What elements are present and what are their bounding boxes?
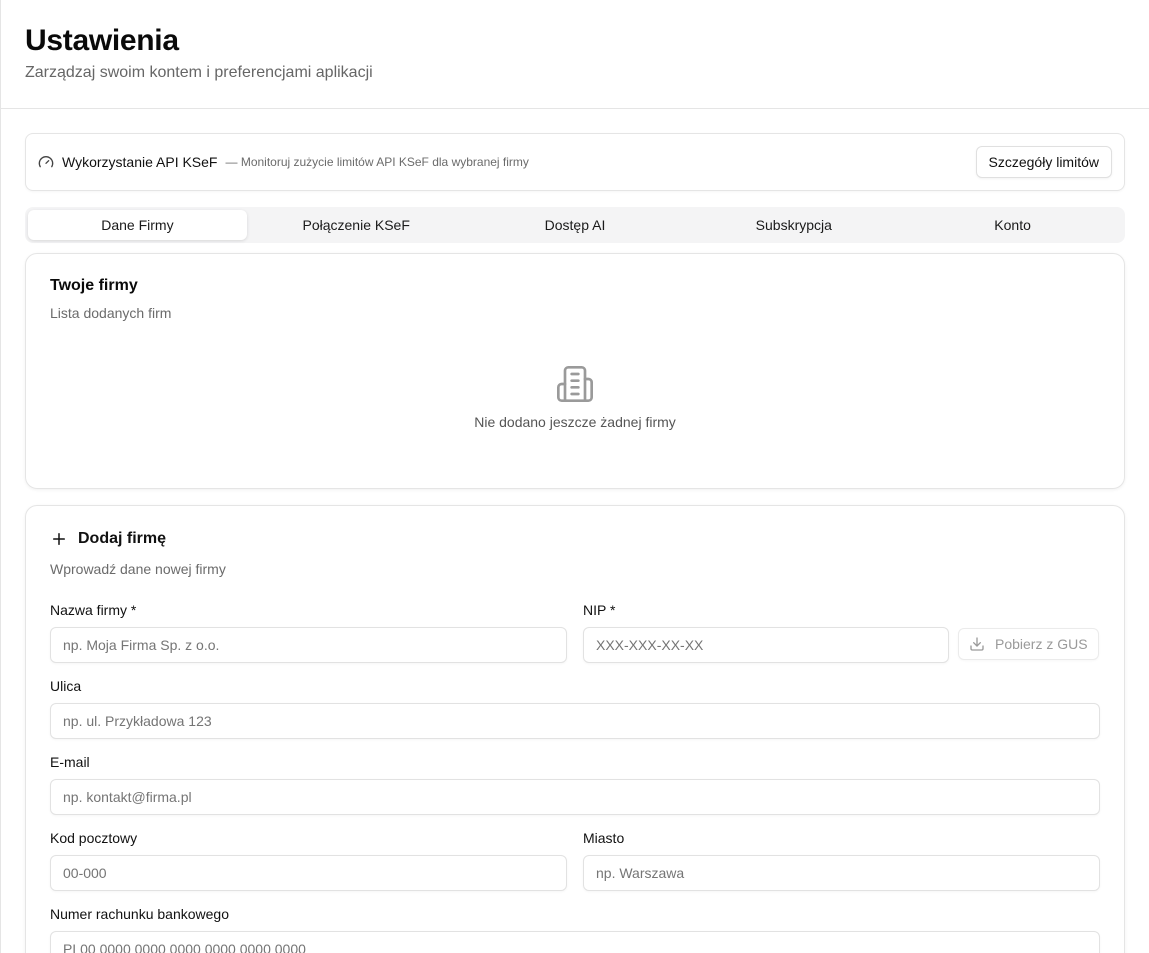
bank-account-label: Numer rachunku bankowego: [50, 906, 229, 922]
email-input[interactable]: [50, 779, 1100, 815]
tab-ai-access[interactable]: Dostęp AI: [466, 210, 685, 240]
tab-ksef-connection[interactable]: Połączenie KSeF: [247, 210, 466, 240]
city-group: Miasto: [583, 829, 1100, 891]
add-company-card: Dodaj firmę Wprowadź dane nowej firmy Na…: [25, 505, 1125, 953]
company-name-input[interactable]: [50, 627, 567, 663]
add-company-title-row: Dodaj firmę: [50, 528, 1100, 550]
api-usage-title: Wykorzystanie API KSeF: [62, 154, 218, 170]
company-name-label: Nazwa firmy *: [50, 602, 137, 618]
company-name-group: Nazwa firmy *: [50, 601, 567, 663]
gauge-icon: [38, 154, 54, 170]
download-icon: [969, 636, 985, 652]
email-group: E-mail: [50, 753, 1100, 815]
email-label: E-mail: [50, 754, 90, 770]
settings-tabs: Dane Firmy Połączenie KSeF Dostęp AI Sub…: [25, 207, 1125, 243]
city-label: Miasto: [583, 830, 625, 846]
settings-page: Ustawienia Zarządzaj swoim kontem i pref…: [0, 0, 1149, 953]
companies-card-description: Lista dodanych firm: [50, 305, 172, 321]
page-subtitle: Zarządzaj swoim kontem i preferencjami a…: [25, 64, 373, 81]
street-input[interactable]: [50, 703, 1100, 739]
building-icon: [555, 364, 595, 404]
bank-account-group: Numer rachunku bankowego: [50, 905, 1100, 953]
add-company-description: Wprowadź dane nowej firmy: [50, 561, 226, 577]
page-title: Ustawienia: [25, 24, 179, 57]
gus-group: Pobierz z GUS: [958, 601, 1099, 663]
tab-company-data[interactable]: Dane Firmy: [28, 210, 247, 240]
form-row-postal-city: Kod pocztowy Miasto: [50, 829, 1100, 891]
nip-label: NIP *: [583, 602, 616, 618]
street-group: Ulica: [50, 677, 1100, 739]
page-header: Ustawienia Zarządzaj swoim kontem i pref…: [1, 0, 1149, 109]
settings-content: Wykorzystanie API KSeF — Monitoruj zużyc…: [1, 109, 1149, 953]
nip-input[interactable]: [583, 627, 949, 663]
companies-card: Twoje firmy Lista dodanych firm Nie doda…: [25, 253, 1125, 489]
postal-code-label: Kod pocztowy: [50, 830, 138, 846]
fetch-gus-label: Pobierz z GUS: [995, 636, 1088, 652]
plus-icon: [50, 530, 68, 548]
api-usage-description: — Monitoruj zużycie limitów API KSeF dla…: [225, 155, 529, 169]
bank-account-input[interactable]: [50, 931, 1100, 953]
city-input[interactable]: [583, 855, 1100, 891]
street-label: Ulica: [50, 678, 82, 694]
nip-group: NIP *: [583, 601, 949, 663]
api-usage-bar: Wykorzystanie API KSeF — Monitoruj zużyc…: [25, 133, 1125, 191]
limit-details-button[interactable]: Szczegóły limitów: [975, 146, 1112, 178]
postal-code-input[interactable]: [50, 855, 567, 891]
add-company-title: Dodaj firmę: [78, 530, 167, 547]
fetch-gus-button[interactable]: Pobierz z GUS: [958, 628, 1099, 660]
tab-account[interactable]: Konto: [903, 210, 1122, 240]
companies-empty-state: Nie dodano jeszcze żadnej firmy: [50, 322, 1100, 464]
companies-card-title: Twoje firmy: [50, 277, 138, 294]
tab-subscription[interactable]: Subskrypcja: [684, 210, 903, 240]
postal-code-group: Kod pocztowy: [50, 829, 567, 891]
companies-empty-text: Nie dodano jeszcze żadnej firmy: [474, 414, 676, 430]
form-row-name-nip: Nazwa firmy * NIP *: [50, 601, 1100, 663]
